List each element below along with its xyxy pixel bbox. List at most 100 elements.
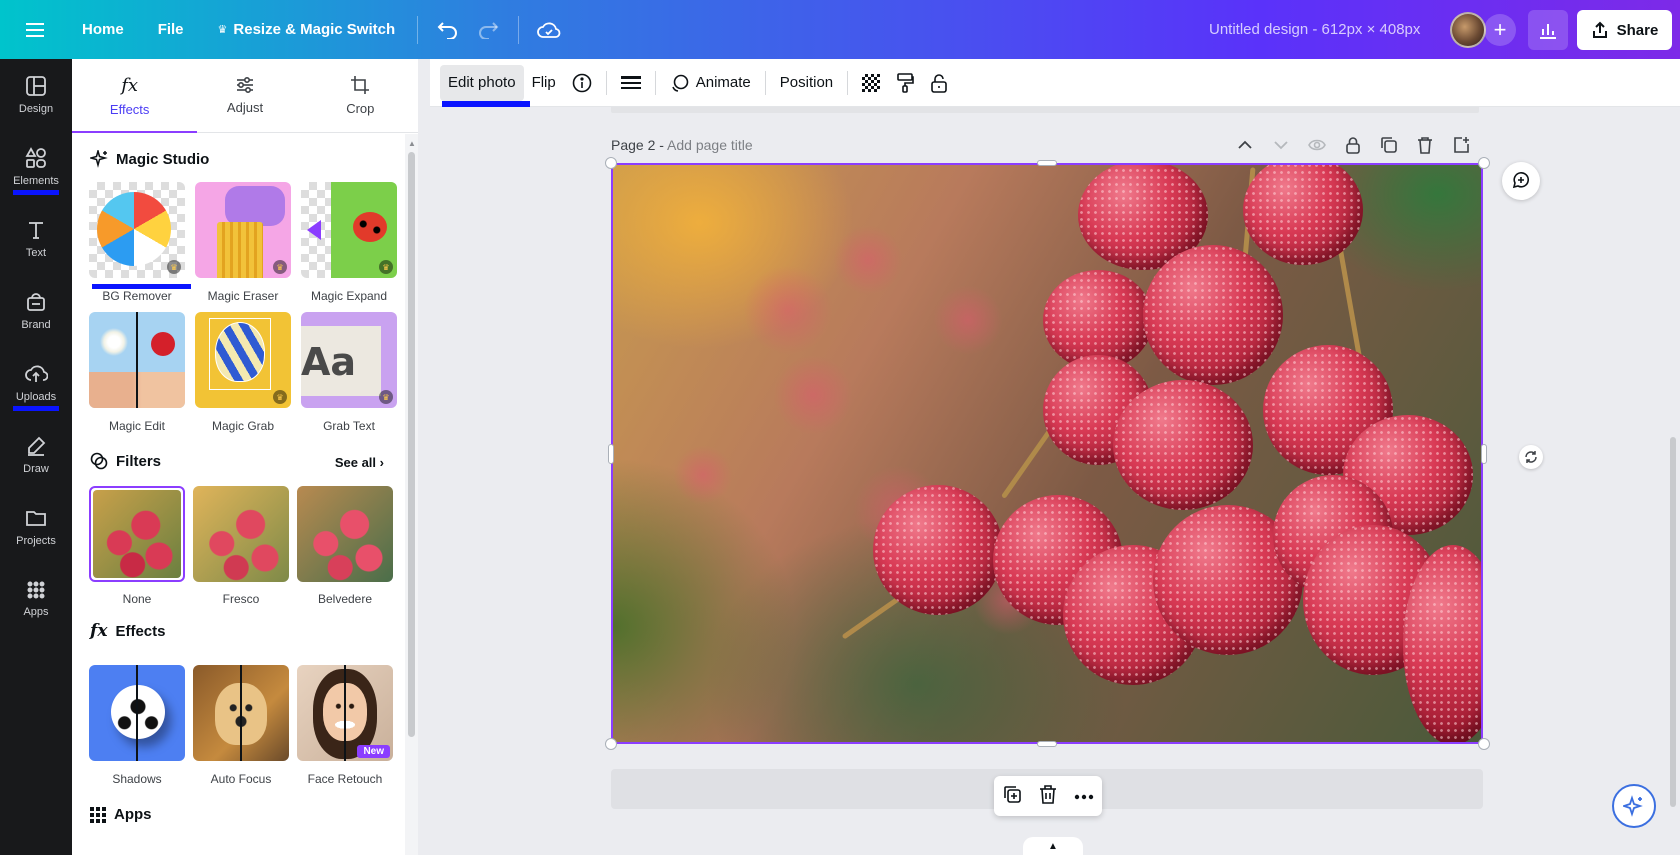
panel-scrollbar[interactable]: ▲: [405, 134, 418, 855]
undo-icon[interactable]: [428, 10, 468, 50]
avatar[interactable]: [1450, 12, 1486, 48]
chevron-down-icon[interactable]: [1270, 134, 1292, 156]
rail-label: Projects: [16, 535, 56, 547]
tab-crop[interactable]: Crop: [303, 59, 418, 132]
magic-edit-tile[interactable]: [89, 312, 185, 408]
resize-handle-tl[interactable]: [605, 157, 617, 169]
split-line: [344, 665, 346, 761]
cloud-saved-icon[interactable]: [529, 10, 569, 50]
edit-photo-button[interactable]: Edit photo: [440, 64, 524, 101]
resize-handle-bottom[interactable]: [1037, 741, 1057, 747]
show-pages-toggle[interactable]: ▲: [1023, 837, 1083, 855]
duplicate-icon[interactable]: [1002, 784, 1022, 809]
scroll-thumb[interactable]: [408, 152, 415, 737]
see-all-filters-link[interactable]: See all ›: [335, 455, 384, 470]
flowers-image: [99, 322, 129, 362]
fries-image: [217, 222, 263, 278]
resize-magic-switch-button[interactable]: ♛ Resize & Magic Switch: [206, 21, 408, 38]
resize-handle-tr[interactable]: [1478, 157, 1490, 169]
lychee: [1243, 165, 1363, 265]
position-button[interactable]: Position: [772, 65, 841, 101]
grab-text-tile[interactable]: Aa ♛: [301, 312, 397, 408]
add-collaborator-button[interactable]: +: [1484, 14, 1516, 46]
resize-handle-top[interactable]: [1037, 160, 1057, 166]
rotate-handle[interactable]: [1519, 445, 1543, 469]
rail-item-uploads[interactable]: Uploads: [0, 347, 72, 419]
rail-item-apps[interactable]: Apps: [0, 563, 72, 635]
transparency-icon[interactable]: [854, 65, 888, 101]
info-icon[interactable]: [564, 65, 600, 101]
file-menu[interactable]: File: [146, 21, 196, 38]
selection-frame: [209, 318, 271, 390]
tab-effects[interactable]: fx Effects: [72, 59, 187, 132]
rail-item-projects[interactable]: Projects: [0, 491, 72, 563]
page-label: Page 2 - Add page title: [611, 137, 753, 153]
rail-label: Design: [18, 103, 54, 115]
duplicate-page-icon[interactable]: [1378, 134, 1400, 156]
filter-fresco-tile[interactable]: [193, 486, 289, 582]
canvas-area: Page 2 - Add page title ▲: [430, 107, 1680, 855]
lychee-photo[interactable]: [611, 163, 1483, 744]
filter-belvedere-tile[interactable]: [297, 486, 393, 582]
hide-page-icon[interactable]: [1306, 134, 1328, 156]
animate-button[interactable]: Animate: [662, 65, 759, 101]
effect-auto-focus-tile[interactable]: [193, 665, 289, 761]
tool-label: Grab Text: [323, 419, 375, 433]
brand-icon: [27, 293, 45, 311]
menu-icon[interactable]: [0, 22, 70, 38]
selection-marker: [13, 406, 59, 411]
effect-face-retouch-tile[interactable]: New: [297, 665, 393, 761]
sliders-icon: [236, 76, 253, 94]
rail-item-brand[interactable]: Brand: [0, 275, 72, 347]
share-button[interactable]: Share: [1577, 10, 1672, 50]
magic-eraser-tile[interactable]: ♛: [195, 182, 291, 278]
lock-page-icon[interactable]: [1342, 134, 1364, 156]
copy-style-icon[interactable]: [888, 65, 922, 101]
filter-label: None: [122, 592, 152, 606]
rail-item-draw[interactable]: Draw: [0, 419, 72, 491]
flip-button[interactable]: Flip: [524, 65, 564, 101]
border-style-icon[interactable]: [613, 65, 649, 101]
chevron-up-icon[interactable]: [1234, 134, 1256, 156]
rail-item-text[interactable]: Text: [0, 203, 72, 275]
magic-grab-tile[interactable]: ♛: [195, 312, 291, 408]
resize-handle-left[interactable]: [608, 444, 614, 464]
lock-icon[interactable]: [922, 65, 956, 101]
home-link[interactable]: Home: [70, 21, 136, 38]
chevron-right-icon: ›: [379, 455, 384, 470]
redo-icon[interactable]: [468, 10, 508, 50]
page-title-input[interactable]: Add page title: [667, 137, 753, 153]
delete-page-icon[interactable]: [1414, 134, 1436, 156]
filter-label: Fresco: [222, 592, 260, 606]
edit-photo-panel: fx Effects Adjust Crop Magic Studio ♛ BG…: [72, 59, 418, 855]
magic-expand-tile[interactable]: ♛: [301, 182, 397, 278]
filter-label: Belvedere: [317, 592, 373, 606]
scroll-thumb[interactable]: [1670, 437, 1676, 807]
resize-handle-bl[interactable]: [605, 738, 617, 750]
tab-adjust[interactable]: Adjust: [187, 59, 302, 132]
resize-label: Resize & Magic Switch: [233, 21, 396, 38]
top-bar: Home File ♛ Resize & Magic Switch Untitl…: [0, 0, 1680, 59]
add-page-icon[interactable]: [1450, 134, 1472, 156]
crown-icon: ♛: [379, 260, 393, 274]
rail-item-elements[interactable]: Elements: [0, 131, 72, 203]
bg-remover-tile[interactable]: ♛: [89, 182, 185, 278]
resize-handle-right[interactable]: [1481, 444, 1487, 464]
grid-icon: [27, 581, 45, 599]
canvas-scrollbar[interactable]: [1666, 107, 1680, 855]
blurred-berry: [673, 445, 733, 505]
insights-button[interactable]: [1528, 10, 1568, 50]
effect-shadows-tile[interactable]: [89, 665, 185, 761]
more-options-icon[interactable]: [1074, 787, 1094, 805]
resize-handle-br[interactable]: [1478, 738, 1490, 750]
trash-icon[interactable]: [1039, 784, 1057, 809]
magic-assistant-button[interactable]: [1612, 784, 1656, 828]
filter-none-tile[interactable]: [89, 486, 185, 582]
design-title[interactable]: Untitled design - 612px × 408px: [1209, 21, 1420, 38]
section-title-text: Effects: [115, 622, 166, 640]
add-comment-button[interactable]: [1502, 162, 1540, 200]
blurred-berry: [933, 285, 1003, 355]
scroll-up-icon[interactable]: ▲: [408, 139, 416, 148]
pen-icon: [28, 436, 46, 456]
rail-item-design[interactable]: Design: [0, 59, 72, 131]
